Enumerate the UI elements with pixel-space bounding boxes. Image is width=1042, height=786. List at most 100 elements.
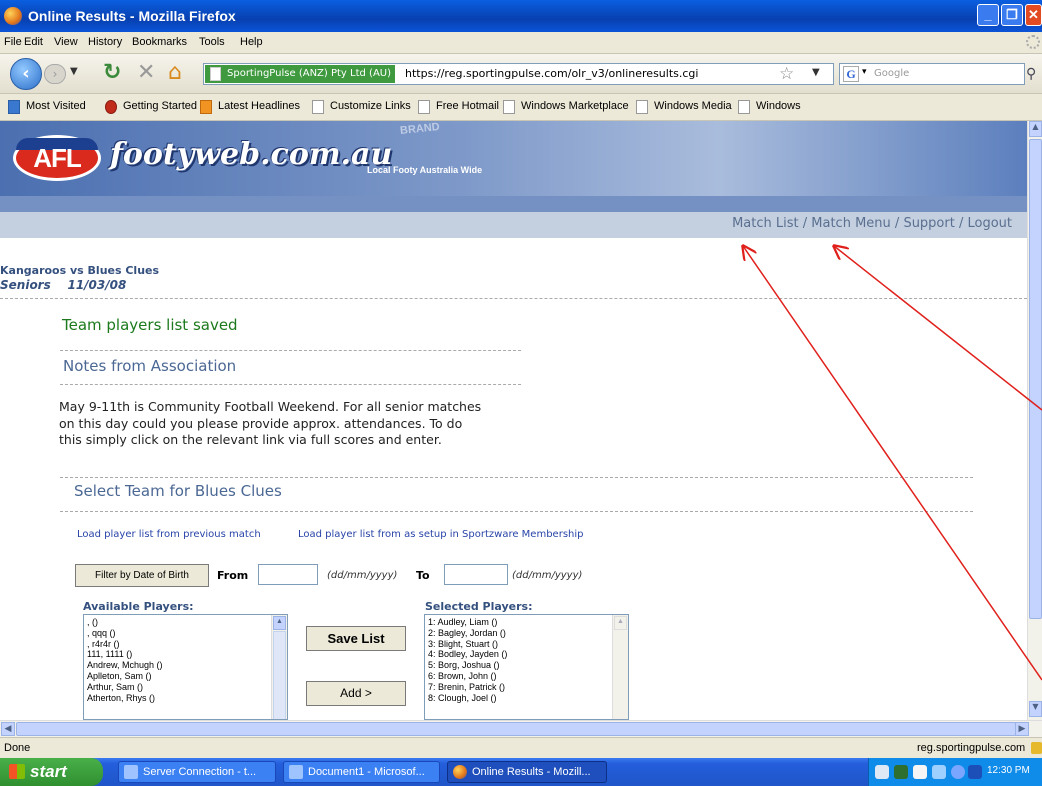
- afl-logo[interactable]: AFL: [13, 135, 101, 181]
- tray-network-icon[interactable]: [894, 765, 908, 779]
- bookmark-most-visited[interactable]: Most Visited: [8, 100, 86, 114]
- reload-icon[interactable]: ↻: [103, 60, 121, 85]
- to-date-input[interactable]: [444, 564, 508, 585]
- available-players-list[interactable]: , () , qqq () , r4r4r () 111, 1111 () An…: [83, 614, 288, 720]
- search-placeholder[interactable]: Google: [874, 68, 909, 79]
- list-item[interactable]: , (): [87, 617, 287, 628]
- url-bar[interactable]: SportingPulse (ANZ) Pty Ltd (AU) https:/…: [203, 63, 834, 85]
- tray-back-icon[interactable]: [951, 765, 965, 779]
- divider: [60, 384, 521, 385]
- list-item[interactable]: 111, 1111 (): [87, 649, 287, 660]
- navigation-toolbar: ‹ › ▼ ↻ ✕ ⌂ SportingPulse (ANZ) Pty Ltd …: [0, 54, 1042, 94]
- scroll-right-icon[interactable]: ▶: [1015, 722, 1029, 736]
- bookmark-windows-marketplace[interactable]: Windows Marketplace: [503, 100, 629, 114]
- search-box[interactable]: G ▾ Google: [839, 63, 1025, 85]
- scroll-down-icon[interactable]: ▼: [1029, 701, 1042, 717]
- list-item[interactable]: Aplleton, Sam (): [87, 671, 287, 682]
- menu-edit[interactable]: Edit: [24, 36, 43, 48]
- task-label: Server Connection - t...: [143, 766, 257, 778]
- task-online-results[interactable]: Online Results - Mozill...: [447, 761, 607, 783]
- menu-tools[interactable]: Tools: [199, 36, 225, 48]
- match-menu-link[interactable]: Match Menu: [811, 216, 891, 231]
- list-item[interactable]: , qqq (): [87, 628, 287, 639]
- bookmark-free-hotmail[interactable]: Free Hotmail: [418, 100, 499, 114]
- search-icon[interactable]: ⚲: [1026, 66, 1036, 82]
- lock-icon[interactable]: [1031, 742, 1042, 754]
- list-item[interactable]: , r4r4r (): [87, 639, 287, 650]
- save-list-button[interactable]: Save List: [306, 626, 406, 651]
- tray-help-icon[interactable]: [913, 765, 927, 779]
- list-item[interactable]: 8: Clough, Joel (): [428, 693, 628, 704]
- menu-help[interactable]: Help: [240, 36, 263, 48]
- start-button[interactable]: start: [0, 758, 103, 786]
- bookmark-label: Windows Marketplace: [521, 100, 629, 112]
- scroll-thumb[interactable]: [273, 631, 286, 719]
- task-document1[interactable]: Document1 - Microsof...: [283, 761, 440, 783]
- stop-icon[interactable]: ✕: [137, 60, 155, 85]
- firefox-icon: [453, 765, 467, 779]
- maximize-button[interactable]: ❐: [1001, 4, 1023, 26]
- list-item[interactable]: 4: Bodley, Jayden (): [428, 649, 628, 660]
- url-dropdown-icon[interactable]: ▼: [812, 67, 820, 78]
- tray-pen-icon[interactable]: [875, 765, 889, 779]
- page-icon: [418, 100, 430, 114]
- menu-bar: File Edit View History Bookmarks Tools H…: [0, 32, 1042, 54]
- bookmark-latest-headlines[interactable]: Latest Headlines: [200, 100, 300, 114]
- bookmark-windows[interactable]: Windows: [738, 100, 801, 114]
- bookmark-getting-started[interactable]: Getting Started: [105, 100, 197, 114]
- filter-dob-button[interactable]: Filter by Date of Birth: [75, 564, 209, 587]
- scroll-up-icon[interactable]: ▲: [1029, 121, 1042, 137]
- scroll-up-icon[interactable]: ▲: [273, 616, 286, 630]
- list-item[interactable]: Andrew, Mchugh (): [87, 660, 287, 671]
- list-item[interactable]: 5: Borg, Joshua (): [428, 660, 628, 671]
- list-item[interactable]: 7: Brenin, Patrick (): [428, 682, 628, 693]
- list-item[interactable]: 1: Audley, Liam (): [428, 617, 628, 628]
- tray-safely-remove-icon[interactable]: [932, 765, 946, 779]
- divider: [60, 511, 973, 512]
- url-text[interactable]: https://reg.sportingpulse.com/olr_v3/onl…: [405, 67, 698, 80]
- vertical-scrollbar[interactable]: ▲ ▼: [1027, 121, 1042, 720]
- selected-players-list[interactable]: 1: Audley, Liam () 2: Bagley, Jordan () …: [424, 614, 629, 720]
- bookmark-star-icon[interactable]: ☆: [779, 64, 794, 84]
- support-link[interactable]: Support: [903, 216, 954, 231]
- bookmark-label: Getting Started: [123, 100, 197, 112]
- list-item[interactable]: 2: Bagley, Jordan (): [428, 628, 628, 639]
- logout-link[interactable]: Logout: [967, 216, 1012, 231]
- forward-button[interactable]: ›: [44, 64, 66, 84]
- minimize-button[interactable]: _: [977, 4, 999, 26]
- site-identity-button[interactable]: SportingPulse (ANZ) Pty Ltd (AU): [205, 65, 396, 83]
- list-item[interactable]: Atherton, Rhys (): [87, 693, 287, 704]
- match-list-link[interactable]: Match List: [732, 216, 799, 231]
- back-button[interactable]: ‹: [10, 58, 42, 90]
- menu-view[interactable]: View: [54, 36, 78, 48]
- add-button[interactable]: Add >: [306, 681, 406, 706]
- google-icon[interactable]: G: [843, 66, 859, 82]
- menu-bookmarks[interactable]: Bookmarks: [132, 36, 187, 48]
- history-dropdown-icon[interactable]: ▼: [70, 66, 84, 77]
- scroll-up-icon[interactable]: ▲: [614, 616, 627, 630]
- scroll-thumb[interactable]: [16, 722, 1016, 736]
- nav-links: Match List / Match Menu / Support / Logo…: [732, 216, 1012, 231]
- list-scrollbar[interactable]: ▲: [271, 615, 287, 719]
- list-item[interactable]: 6: Brown, John (): [428, 671, 628, 682]
- bookmark-windows-media[interactable]: Windows Media: [636, 100, 732, 114]
- close-button[interactable]: ✕: [1025, 4, 1042, 26]
- horizontal-scrollbar[interactable]: ◀ ▶: [0, 720, 1042, 737]
- divider: [60, 350, 521, 351]
- load-previous-link[interactable]: Load player list from previous match: [77, 529, 261, 540]
- bookmark-customize-links[interactable]: Customize Links: [312, 100, 411, 114]
- menu-file[interactable]: File: [4, 36, 22, 48]
- from-date-input[interactable]: [258, 564, 318, 585]
- search-engine-dropdown-icon[interactable]: ▾: [862, 67, 867, 77]
- list-scrollbar[interactable]: ▲: [612, 615, 628, 719]
- task-server-connection[interactable]: Server Connection - t...: [118, 761, 276, 783]
- list-item[interactable]: 3: Blight, Stuart (): [428, 639, 628, 650]
- home-icon[interactable]: ⌂: [168, 60, 182, 85]
- scroll-thumb[interactable]: [1029, 139, 1042, 619]
- scroll-left-icon[interactable]: ◀: [1, 722, 15, 736]
- list-item[interactable]: Arthur, Sam (): [87, 682, 287, 693]
- load-sportzware-link[interactable]: Load player list from as setup in Sportz…: [298, 529, 584, 540]
- window-title-bar[interactable]: Online Results - Mozilla Firefox _ ❐ ✕: [0, 0, 1042, 32]
- menu-history[interactable]: History: [88, 36, 122, 48]
- tray-app-icon[interactable]: [968, 765, 982, 779]
